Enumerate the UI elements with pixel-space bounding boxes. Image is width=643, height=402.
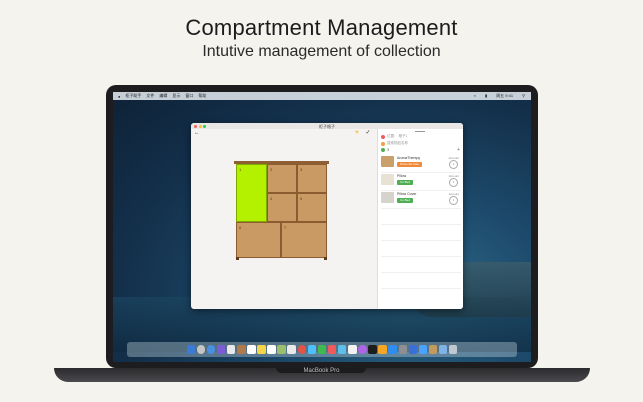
apple-icon[interactable]: ● <box>118 94 120 99</box>
books-icon[interactable] <box>378 345 387 354</box>
item-tag: Co Bed <box>397 198 414 203</box>
location-icon <box>381 134 385 139</box>
status-area: ≈ ▮ 周五 9:41 ⚲ <box>469 93 525 99</box>
messages-icon[interactable] <box>307 345 317 354</box>
compartment-cell[interactable]: 7 <box>281 222 327 258</box>
back-arrow-icon[interactable]: ← <box>194 130 200 136</box>
item-thumbnail <box>381 192 394 203</box>
divider <box>381 190 461 191</box>
menu-window[interactable]: 窗口 <box>185 93 193 99</box>
finder-icon[interactable] <box>186 345 196 354</box>
search-icon[interactable]: ⚲ <box>522 93 525 99</box>
wifi-icon[interactable]: ≈ <box>474 93 476 99</box>
menu-edit[interactable]: 编辑 <box>159 93 167 99</box>
divider <box>381 288 461 289</box>
add-item-icon[interactable]: + <box>457 147 460 153</box>
item-tag: Personal Care <box>397 162 423 167</box>
cabinet-body: 1 2 3 4 5 6 7 <box>236 164 327 258</box>
contacts-icon[interactable] <box>237 345 246 354</box>
facetime-icon[interactable] <box>317 345 327 354</box>
app-window: 柜子格子 ← ☀ ✓ 1 2 3 4 5 6 7 位置： 格子1 搜索物品名称 … <box>191 123 463 309</box>
compartment-cell[interactable]: 2 <box>267 164 297 193</box>
list-item[interactable]: Pillow Co Bed Amount 1 <box>381 174 461 189</box>
search-icon <box>381 141 385 146</box>
list-item[interactable]: AromaTherapy Personal Care Amount 1 <box>381 156 461 171</box>
divider <box>381 172 461 173</box>
menu-file[interactable]: 文件 <box>146 93 154 99</box>
item-tag: Co Bed <box>397 180 414 185</box>
compartment-app-icon[interactable] <box>418 345 428 354</box>
photo-booth-icon[interactable] <box>297 345 307 354</box>
keynote-icon[interactable] <box>337 345 347 354</box>
checkmark-icon[interactable]: ✓ <box>365 130 371 136</box>
location-row: 位置： 格子1 <box>381 134 407 139</box>
news-icon[interactable] <box>327 345 337 354</box>
divider <box>381 272 461 273</box>
siri-icon[interactable] <box>216 345 226 354</box>
sun-icon[interactable]: ☀ <box>354 130 360 136</box>
quantity-stepper[interactable]: 1 <box>449 160 458 169</box>
quantity-stepper[interactable]: 1 <box>449 196 458 205</box>
music-icon[interactable] <box>348 345 357 354</box>
page-subtitle: Intutive management of collection <box>202 43 441 60</box>
system-preferences-icon[interactable] <box>398 345 407 354</box>
cabinet-leg <box>236 257 239 260</box>
compartment-cell[interactable]: 4 <box>267 193 297 222</box>
menu-app-name[interactable]: 柜子助手 <box>125 93 141 99</box>
cabinet-view: 1 2 3 4 5 6 7 <box>234 161 329 260</box>
mail-icon[interactable] <box>226 345 236 354</box>
cabinet-app-icon[interactable] <box>428 345 438 354</box>
item-thumbnail <box>381 174 394 185</box>
downloads-folder-icon[interactable] <box>438 345 448 354</box>
xcode-icon[interactable] <box>408 345 418 354</box>
list-item[interactable]: Pillow Cover Co Bed Amount 1 <box>381 192 461 207</box>
page-title: Compartment Management <box>185 15 458 40</box>
calendar-icon[interactable] <box>247 345 256 354</box>
desktop-screen: ● 柜子助手 文件 编辑 显示 窗口 帮助 ≈ ▮ 周五 9:41 ⚲ 柜子格子… <box>113 92 531 362</box>
app-store-icon[interactable] <box>388 345 397 354</box>
menu-help[interactable]: 帮助 <box>198 93 206 99</box>
divider <box>381 256 461 257</box>
podcasts-icon[interactable] <box>358 345 367 354</box>
safari-icon[interactable] <box>206 345 216 354</box>
laptop-brand-label: MacBook Pro <box>303 368 340 374</box>
notes-icon[interactable] <box>257 345 266 354</box>
divider <box>381 224 461 225</box>
count-row: 3 <box>381 148 389 152</box>
item-sidebar: 位置： 格子1 搜索物品名称 3 + AromaTherapy Personal… <box>377 129 463 309</box>
dock <box>127 342 517 357</box>
divider <box>381 240 461 241</box>
drag-handle[interactable] <box>415 131 425 132</box>
maps-icon[interactable] <box>277 345 286 354</box>
trash-icon[interactable] <box>448 345 458 354</box>
tv-icon[interactable] <box>368 345 377 354</box>
cabinet-leg <box>324 257 327 260</box>
menu-bar: ● 柜子助手 文件 编辑 显示 窗口 帮助 ≈ ▮ 周五 9:41 ⚲ <box>113 92 531 100</box>
menu-view[interactable]: 显示 <box>172 93 180 99</box>
compartment-cell[interactable]: 5 <box>297 193 327 222</box>
search-input[interactable]: 搜索物品名称 <box>387 141 408 146</box>
search-row[interactable]: 搜索物品名称 <box>381 141 408 146</box>
compartment-cell[interactable]: 6 <box>236 222 281 258</box>
battery-icon[interactable]: ▮ <box>485 93 487 99</box>
compartment-cell[interactable]: 3 <box>297 164 327 193</box>
menu-clock[interactable]: 周五 9:41 <box>496 93 513 99</box>
photos-icon[interactable] <box>287 345 296 354</box>
compartment-cell[interactable]: 1 <box>236 164 267 222</box>
launchpad-icon[interactable] <box>196 345 206 354</box>
reminders-icon[interactable] <box>267 345 276 354</box>
check-icon <box>381 148 385 152</box>
quantity-stepper[interactable]: 1 <box>449 178 458 187</box>
divider <box>381 208 461 209</box>
item-thumbnail <box>381 156 394 167</box>
